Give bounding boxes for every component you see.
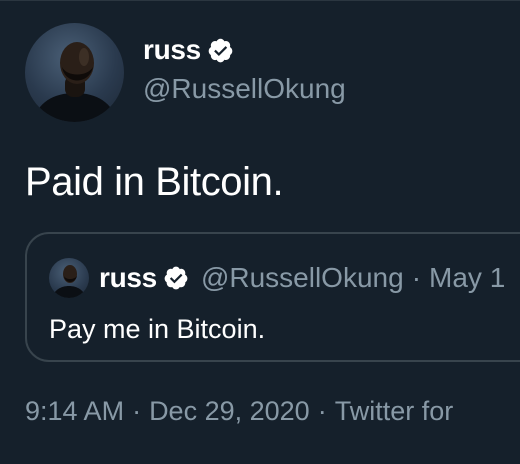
quoted-tweet-separator: · [411,262,422,293]
quoted-tweet-author-name: russ [99,262,157,293]
tweet[interactable]: russ @RussellOkung Paid in Bitcoin. russ… [0,0,520,464]
meta-separator: · [317,396,327,426]
tweet-time[interactable]: 9:14 AM [25,396,124,426]
author-name-row[interactable]: russ [143,33,234,67]
meta-separator: · [132,396,142,426]
tweet-meta: 9:14 AM · Dec 29, 2020 · Twitter for [25,396,453,427]
quoted-tweet-card[interactable]: russ @RussellOkung · May 1 Pay me in Bit… [25,232,520,362]
verified-badge-icon [208,38,233,62]
author-handle[interactable]: @RussellOkung [143,73,346,105]
verified-badge-icon [164,266,188,290]
author-name[interactable]: russ [143,34,201,66]
tweet-date[interactable]: Dec 29, 2020 [149,396,310,426]
tweet-source[interactable]: Twitter for [335,396,454,426]
quoted-tweet-text: Pay me in Bitcoin. [49,314,266,344]
tweet-text: Paid in Bitcoin. [25,160,284,204]
avatar[interactable] [25,23,124,122]
quoted-tweet-header: russ @RussellOkung · May 1 [49,258,505,298]
quoted-tweet-handle: @RussellOkung [200,262,404,293]
quoted-tweet-date: May 1 [429,262,506,293]
quoted-tweet-avatar [49,258,89,298]
